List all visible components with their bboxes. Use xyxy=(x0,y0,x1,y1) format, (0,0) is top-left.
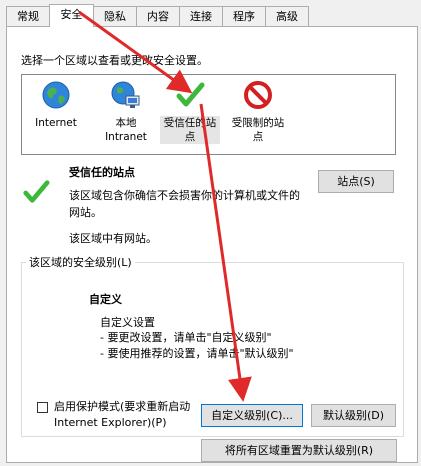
trusted-check-icon xyxy=(176,82,205,107)
security-level-line: - 要使用推荐的设置，请单击"默认级别" xyxy=(100,347,294,360)
zone-description: 该区域包含你确信不会损害你的计算机或文件的网站。 xyxy=(69,189,300,219)
zone-trusted-sites[interactable]: 受信任的站 点 xyxy=(160,80,220,144)
zone-list[interactable]: Internet 本地 Intranet 受信任的站 点 受限制的站 点 xyxy=(21,74,396,155)
security-level-line: - 要更改设置，请单击"自定义级别" xyxy=(100,331,272,344)
zone-title: 受信任的站点 xyxy=(69,166,135,179)
tab-general[interactable]: 常规 xyxy=(6,6,50,26)
protected-mode-label: 启用保护模式(要求重新启动 xyxy=(54,400,191,413)
tab-connections[interactable]: 连接 xyxy=(179,6,223,26)
tab-advanced[interactable]: 高级 xyxy=(265,6,309,26)
sites-button[interactable]: 站点(S) xyxy=(318,170,394,193)
tab-security[interactable]: 安全 xyxy=(49,4,94,27)
security-level-label: 该区域的安全级别(L) xyxy=(26,254,135,270)
zone-label: 受限制的站 点 xyxy=(231,117,285,143)
tab-content[interactable]: 内容 xyxy=(136,6,180,26)
globe-icon xyxy=(42,81,70,109)
zone-label: 本地 Intranet xyxy=(105,117,147,143)
zone-label: 受信任的站 点 xyxy=(160,116,220,144)
security-level-line: 自定义设置 xyxy=(100,316,155,329)
zone-restricted-sites[interactable]: 受限制的站 点 xyxy=(228,80,288,144)
protected-mode-checkbox[interactable] xyxy=(37,402,48,413)
reset-all-zones-button[interactable]: 将所有区域重置为默认级别(R) xyxy=(201,439,397,462)
zone-sites-status: 该区域中有网站。 xyxy=(69,232,157,245)
zone-internet[interactable]: Internet xyxy=(31,80,81,130)
default-level-button[interactable]: 默认级别(D) xyxy=(311,404,396,427)
trusted-check-icon xyxy=(23,180,50,203)
zone-instruction: 选择一个区域以查看或更改安全设置。 xyxy=(21,54,208,67)
restricted-icon xyxy=(244,81,272,109)
tab-programs[interactable]: 程序 xyxy=(222,6,266,26)
intranet-icon xyxy=(111,81,140,108)
protected-mode-label: Internet Explorer)(P) xyxy=(54,416,167,429)
custom-level-button[interactable]: 自定义级别(C)... xyxy=(201,404,303,427)
tab-privacy[interactable]: 隐私 xyxy=(93,6,137,26)
zone-local-intranet[interactable]: 本地 Intranet xyxy=(100,80,152,144)
security-level-name: 自定义 xyxy=(89,293,122,306)
zone-label: Internet xyxy=(35,117,77,129)
